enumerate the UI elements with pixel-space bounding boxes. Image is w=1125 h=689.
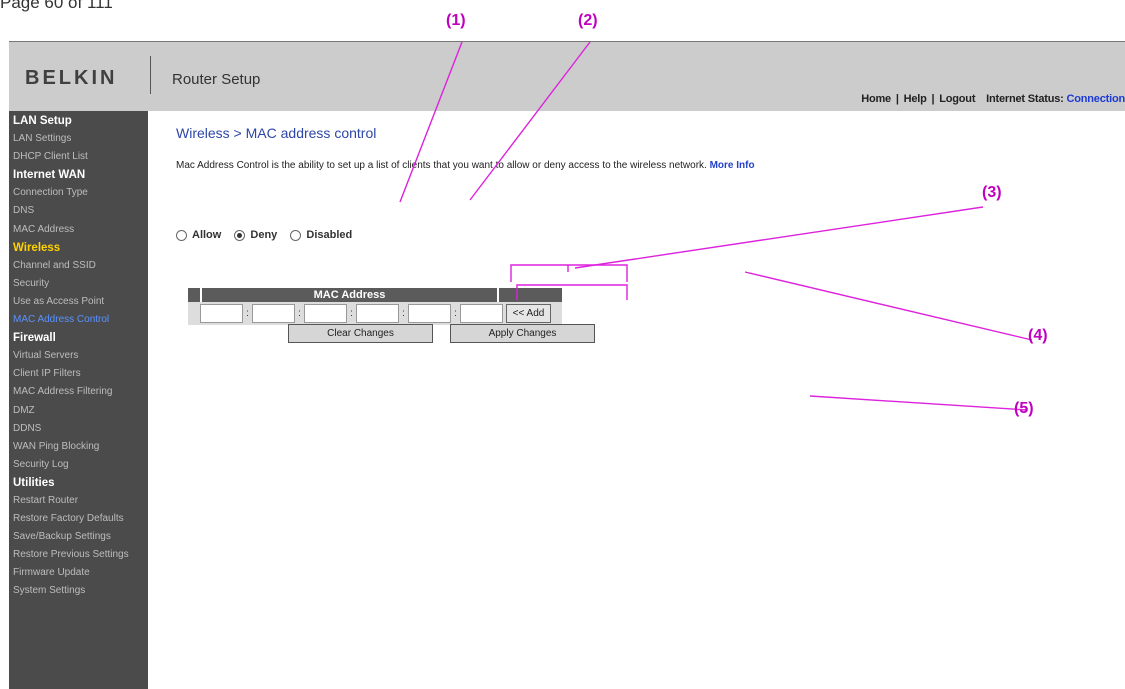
disabled-radio-icon[interactable] [290, 229, 302, 241]
mac-octet-3-input[interactable] [304, 304, 347, 323]
sidebar-item-connection-type[interactable]: Connection Type [9, 184, 148, 202]
description: Mac Address Control is the ability to se… [176, 159, 756, 172]
sidebar-item-restore-factory-defaults[interactable]: Restore Factory Defaults [9, 510, 148, 528]
sidebar-item-restore-previous-settings[interactable]: Restore Previous Settings [9, 546, 148, 564]
disabled-radio-label: Disabled [306, 229, 353, 241]
link-separator: | [895, 93, 899, 105]
octet-separator: : [298, 308, 301, 319]
callout-label-4: (4) [1028, 327, 1048, 344]
sidebar-item-mac-address-filtering[interactable]: MAC Address Filtering [9, 383, 148, 401]
sidebar-item-virtual-servers[interactable]: Virtual Servers [9, 347, 148, 365]
internet-status-value: Connection [1066, 93, 1125, 105]
apply-changes-button[interactable]: Apply Changes [450, 324, 595, 343]
sidebar-item-mac-address-control[interactable]: MAC Address Control [9, 311, 148, 329]
main-content: Wireless > MAC address control Mac Addre… [148, 111, 1125, 689]
callout-label-3: (3) [982, 184, 1002, 201]
sidebar-item-wan-ping-blocking[interactable]: WAN Ping Blocking [9, 438, 148, 456]
deny-radio[interactable]: Deny [234, 229, 277, 241]
callout-label-5: (5) [1014, 400, 1034, 417]
mac-octet-6-input[interactable] [460, 304, 503, 323]
mac-address-table: MAC Address : : : : : << Add [188, 288, 562, 325]
octet-separator: : [246, 308, 249, 319]
sidebar-section-lan-setup: LAN Setup [13, 115, 72, 127]
sidebar-section-firewall: Firewall [13, 332, 56, 345]
disabled-radio[interactable]: Disabled [290, 229, 352, 241]
mac-input-row: : : : : : << Add [188, 302, 562, 325]
description-text: Mac Address Control is the ability to se… [176, 160, 707, 171]
page-title: Wireless > MAC address control [176, 125, 377, 141]
sidebar-item-dhcp-client-list[interactable]: DHCP Client List [9, 148, 148, 166]
sidebar-item-dns[interactable]: DNS [9, 202, 148, 220]
mac-octet-1-input[interactable] [200, 304, 243, 323]
internet-status-label: Internet Status: [986, 93, 1064, 105]
link-separator: | [931, 93, 935, 105]
deny-radio-label: Deny [250, 229, 278, 241]
router-ui-frame: BELKIN Router Setup Home | Help | Logout… [9, 41, 1125, 689]
sidebar-item-client-ip-filters[interactable]: Client IP Filters [9, 365, 148, 383]
deny-radio-icon[interactable] [234, 229, 246, 241]
home-link[interactable]: Home [861, 93, 891, 105]
header-divider [150, 56, 151, 94]
sidebar-item-security-log[interactable]: Security Log [9, 456, 148, 474]
help-link[interactable]: Help [904, 93, 927, 105]
top-links: Home | Help | Logout Internet Status: Co… [861, 93, 1125, 105]
allow-radio-label: Allow [192, 229, 222, 241]
sidebar-item-save-backup-settings[interactable]: Save/Backup Settings [9, 528, 148, 546]
sidebar-item-dmz[interactable]: DMZ [9, 402, 148, 420]
more-info-link[interactable]: More Info [710, 160, 755, 171]
logout-link[interactable]: Logout [939, 93, 975, 105]
sidebar-item-restart-router[interactable]: Restart Router [9, 492, 148, 510]
belkin-logo: BELKIN [25, 67, 118, 89]
add-mac-button[interactable]: << Add [506, 304, 551, 323]
octet-separator: : [350, 308, 353, 319]
sidebar-item-mac-address[interactable]: MAC Address [9, 221, 148, 239]
allow-radio-icon[interactable] [176, 229, 187, 241]
mac-octet-2-input[interactable] [252, 304, 295, 323]
sidebar-item-use-as-access-point[interactable]: Use as Access Point [9, 293, 148, 311]
allow-radio[interactable]: Allow [176, 229, 221, 241]
mac-octet-5-input[interactable] [408, 304, 451, 323]
octet-separator: : [454, 308, 457, 319]
sidebar-item-security[interactable]: Security [9, 275, 148, 293]
sidebar-section-utilities: Utilities [13, 476, 55, 489]
sidebar-item-system-settings[interactable]: System Settings [9, 582, 148, 600]
header-title: Router Setup [172, 71, 261, 88]
mac-octet-4-input[interactable] [356, 304, 399, 323]
callout-label-1: (1) [446, 12, 466, 29]
sidebar-item-lan-settings[interactable]: LAN Settings [9, 130, 148, 148]
callout-label-2: (2) [578, 12, 598, 29]
page-number-label: Page 60 of 111 [0, 0, 113, 12]
sidebar-item-firmware-update[interactable]: Firmware Update [9, 564, 148, 582]
sidebar-item-ddns[interactable]: DDNS [9, 420, 148, 438]
mac-table-header: MAC Address [188, 288, 562, 302]
clear-changes-button[interactable]: Clear Changes [288, 324, 433, 343]
sidebar-item-channel-and-ssid[interactable]: Channel and SSID [9, 257, 148, 275]
sidebar-section-wireless: Wireless [13, 241, 61, 254]
sidebar-nav: LAN Setup LAN Settings DHCP Client List Int… [9, 111, 148, 689]
access-mode-radio-group: Allow Deny Disabled [176, 229, 362, 244]
header-bar: BELKIN Router Setup Home | Help | Logout… [9, 42, 1125, 111]
mac-address-header: MAC Address [200, 288, 499, 302]
octet-separator: : [402, 308, 405, 319]
sidebar-section-internet-wan: Internet WAN [13, 169, 86, 182]
